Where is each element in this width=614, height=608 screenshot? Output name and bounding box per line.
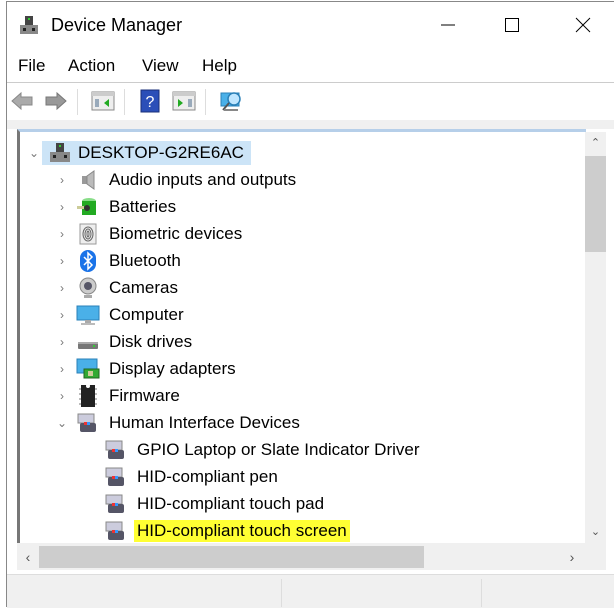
bluetooth-icon <box>80 249 96 272</box>
close-button[interactable] <box>560 2 606 48</box>
speaker-icon <box>82 169 95 190</box>
tree-child-hid-touch-screen[interactable]: HID-compliant touch screen <box>98 517 350 544</box>
chevron-right-icon[interactable]: › <box>54 382 70 409</box>
tree-item-human-interface-devices[interactable]: ⌄ Human Interface Devices <box>54 409 303 436</box>
display-adapter-icon <box>76 358 100 378</box>
scroll-right-arrow-icon[interactable]: › <box>561 543 583 570</box>
hid-device-icon <box>105 467 124 486</box>
maximize-button[interactable] <box>489 2 535 48</box>
battery-icon <box>77 197 96 215</box>
menu-help[interactable]: Help <box>202 56 237 76</box>
tree-item-label: GPIO Laptop or Slate Indicator Driver <box>137 439 420 459</box>
tree-item-audio[interactable]: › Audio inputs and outputs <box>54 166 299 193</box>
hid-device-icon <box>105 494 124 513</box>
tree-item-label: HID-compliant touch pad <box>137 493 325 513</box>
tree-item-cameras[interactable]: › Cameras <box>54 274 181 301</box>
show-hide-action-pane-icon[interactable] <box>172 89 196 113</box>
tree-item-label: Human Interface Devices <box>109 412 300 432</box>
tree-item-label: Biometric devices <box>109 223 243 243</box>
tree-child-gpio-indicator[interactable]: GPIO Laptop or Slate Indicator Driver <box>98 436 423 463</box>
chevron-right-icon[interactable]: › <box>54 355 70 382</box>
tree-item-display-adapters[interactable]: › Display adapters <box>54 355 239 382</box>
root-selection: DESKTOP-G2RE6AC <box>42 140 251 165</box>
hid-device-icon <box>105 521 124 540</box>
scroll-down-arrow-icon[interactable]: ⌄ <box>585 521 606 541</box>
device-tree: ⌄ DESKTOP-G2RE6AC › Audio inputs and out… <box>17 129 586 546</box>
chevron-right-icon[interactable]: › <box>54 247 70 274</box>
minimize-button[interactable] <box>425 2 471 48</box>
tree-item-label: Disk drives <box>109 331 193 351</box>
tree-item-label: Computer <box>109 304 184 324</box>
disk-drive-icon <box>78 341 98 349</box>
menu-view[interactable]: View <box>142 56 179 76</box>
horizontal-scroll-thumb[interactable] <box>39 546 424 568</box>
device-manager-window: Device Manager File Action View Help ? ⌄… <box>6 1 614 608</box>
tree-child-hid-touch-pad[interactable]: HID-compliant touch pad <box>98 490 327 517</box>
toolbar-separator <box>77 89 78 115</box>
menu-file[interactable]: File <box>18 56 45 76</box>
chevron-right-icon[interactable]: › <box>54 166 70 193</box>
close-icon <box>575 17 591 33</box>
chevron-down-icon[interactable]: ⌄ <box>54 409 70 436</box>
chevron-right-icon[interactable]: › <box>54 193 70 220</box>
tree-item-firmware[interactable]: › Firmware <box>54 382 183 409</box>
status-bar <box>7 574 614 608</box>
toolbar-separator <box>124 89 125 115</box>
tree-item-label: Batteries <box>109 196 177 216</box>
chevron-right-icon[interactable]: › <box>54 301 70 328</box>
help-icon[interactable]: ? <box>138 89 162 113</box>
tree-item-label: HID-compliant pen <box>137 466 278 486</box>
scroll-left-arrow-icon[interactable]: ‹ <box>17 543 39 570</box>
forward-arrow-icon[interactable] <box>44 89 68 113</box>
device-manager-app-icon <box>20 16 38 34</box>
menu-action[interactable]: Action <box>68 56 115 76</box>
tree-item-batteries[interactable]: › Batteries <box>54 193 179 220</box>
tree-item-disk-drives[interactable]: › Disk drives <box>54 328 195 355</box>
show-hide-console-tree-icon[interactable] <box>91 89 115 113</box>
chevron-right-icon[interactable]: › <box>54 328 70 355</box>
scan-hardware-icon[interactable] <box>219 89 243 113</box>
horizontal-scrollbar[interactable]: ‹ › <box>17 543 583 570</box>
tree-item-computer[interactable]: › Computer <box>54 301 187 328</box>
chevron-right-icon[interactable]: › <box>54 274 70 301</box>
hid-device-icon <box>105 440 124 459</box>
webcam-icon <box>79 277 97 298</box>
back-arrow-icon[interactable] <box>10 89 34 113</box>
vertical-scroll-thumb[interactable] <box>585 156 606 252</box>
status-bar-divider <box>281 579 282 607</box>
chevron-down-icon[interactable]: ⌄ <box>26 139 42 166</box>
title-bar: Device Manager <box>7 2 614 48</box>
tree-item-label: Cameras <box>109 277 178 297</box>
status-bar-divider <box>481 579 482 607</box>
tree-item-label: Firmware <box>109 385 180 405</box>
svg-text:?: ? <box>146 94 155 111</box>
toolbar-separator <box>205 89 206 115</box>
pane-top-strip <box>7 120 614 129</box>
scroll-up-arrow-icon[interactable]: ⌃ <box>585 132 606 152</box>
tree-item-label: Bluetooth <box>109 250 181 270</box>
tree-item-biometric[interactable]: › Biometric devices <box>54 220 245 247</box>
root-label: DESKTOP-G2RE6AC <box>78 142 244 162</box>
tree-item-label: Audio inputs and outputs <box>109 169 297 189</box>
chip-icon <box>79 383 97 407</box>
maximize-icon <box>505 18 519 32</box>
tree-item-bluetooth[interactable]: › Bluetooth <box>54 247 184 274</box>
menu-bar: File Action View Help <box>7 48 614 83</box>
tree-item-label-highlighted: HID-compliant touch screen <box>134 519 350 542</box>
chevron-right-icon[interactable]: › <box>54 220 70 247</box>
monitor-icon <box>76 305 100 325</box>
toolbar: ? <box>7 83 614 119</box>
scrollbar-corner <box>583 543 606 570</box>
fingerprint-icon <box>79 223 97 244</box>
tree-child-hid-pen[interactable]: HID-compliant pen <box>98 463 281 490</box>
tree-root-desktop[interactable]: ⌄ DESKTOP-G2RE6AC <box>26 139 251 166</box>
tree-item-label: Display adapters <box>109 358 236 378</box>
minimize-icon <box>441 24 455 26</box>
vertical-scrollbar[interactable]: ⌃ ⌄ <box>585 132 606 543</box>
computer-root-icon <box>50 142 70 162</box>
window-title: Device Manager <box>51 15 183 35</box>
hid-icon <box>77 413 96 432</box>
